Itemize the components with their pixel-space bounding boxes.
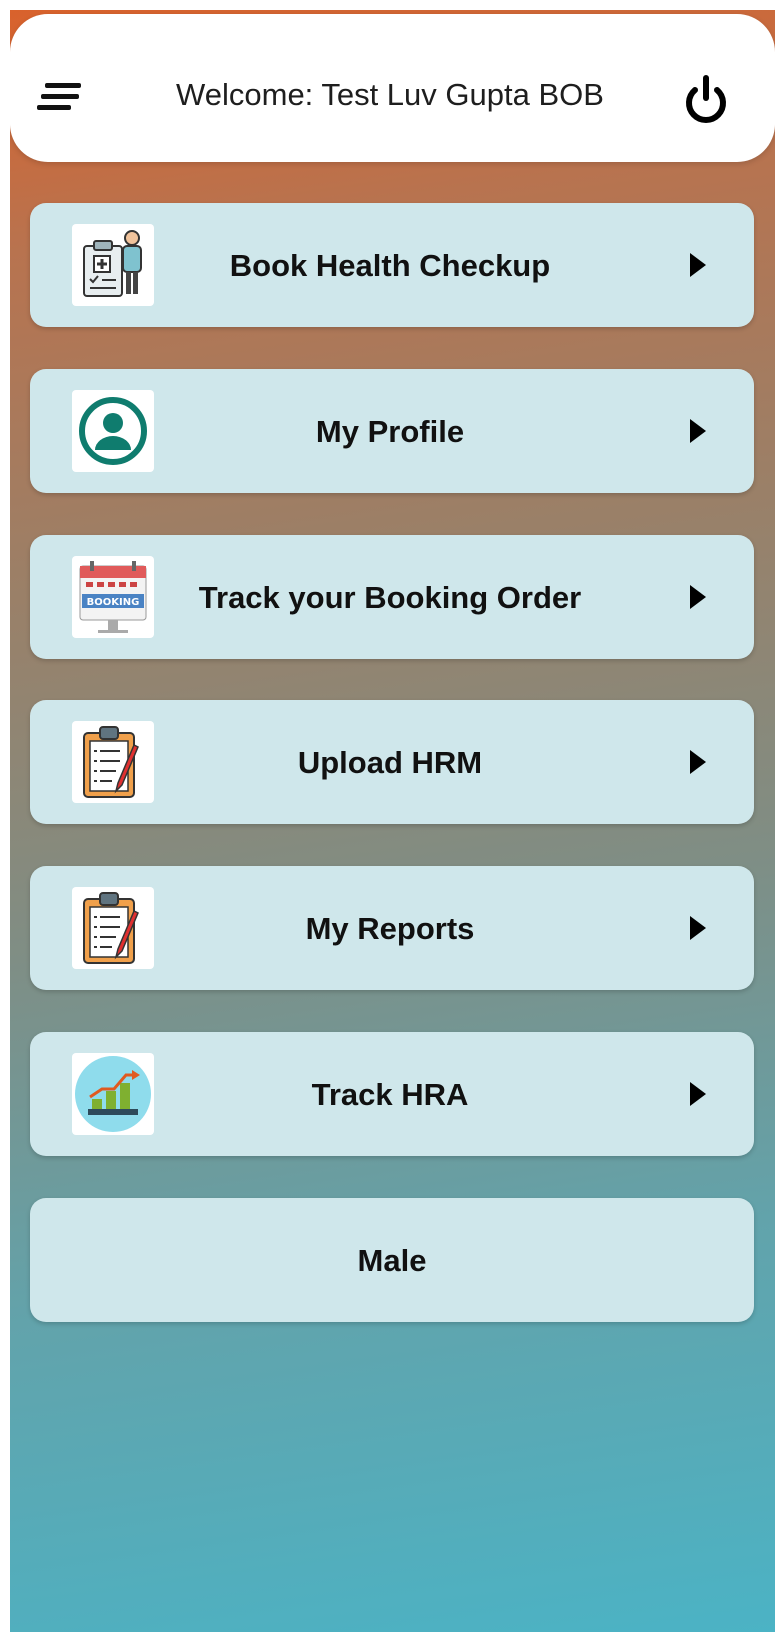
top-bar: Welcome: Test Luv Gupta BOB <box>10 14 775 162</box>
chevron-right-icon <box>690 585 706 609</box>
gender-card[interactable]: Male <box>30 1198 754 1322</box>
gender-label: Male <box>357 1243 427 1278</box>
clipboard-icon <box>72 887 154 969</box>
menu-item-my-reports[interactable]: My Reports <box>30 866 754 990</box>
menu-item-label: My Profile <box>315 414 465 449</box>
welcome-text: Welcome: Test Luv Gupta BOB <box>176 77 604 112</box>
menu-item-label: Book Health Checkup <box>229 248 551 283</box>
menu-item-track-hra[interactable]: Track HRA <box>30 1032 754 1156</box>
menu-item-label: Track your Booking Order <box>198 580 582 615</box>
chevron-right-icon <box>690 916 706 940</box>
menu-item-book-health-checkup[interactable]: Book Health Checkup <box>30 203 754 327</box>
chevron-right-icon <box>690 1082 706 1106</box>
chevron-right-icon <box>690 253 706 277</box>
menu-item-my-profile[interactable]: My Profile <box>30 369 754 493</box>
clipboard-icon <box>72 721 154 803</box>
menu-item-upload-hrm[interactable]: Upload HRM <box>30 700 754 824</box>
menu-item-label: Track HRA <box>311 1077 469 1112</box>
chevron-right-icon <box>690 750 706 774</box>
menu-item-label: My Reports <box>305 911 475 946</box>
app-screen: Welcome: Test Luv Gupta BOB Book Health … <box>10 10 775 1632</box>
profile-icon <box>72 390 154 472</box>
growth-chart-icon <box>72 1053 154 1135</box>
health-checkup-icon <box>72 224 154 306</box>
booking-calendar-icon: BOOKING <box>72 556 154 638</box>
svg-text:BOOKING: BOOKING <box>87 597 140 608</box>
hamburger-menu-icon[interactable] <box>37 83 83 111</box>
menu-item-label: Upload HRM <box>297 745 483 780</box>
menu-item-track-booking-order[interactable]: BOOKING Track your Booking Order <box>30 535 754 659</box>
power-icon[interactable] <box>683 74 729 124</box>
chevron-right-icon <box>690 419 706 443</box>
